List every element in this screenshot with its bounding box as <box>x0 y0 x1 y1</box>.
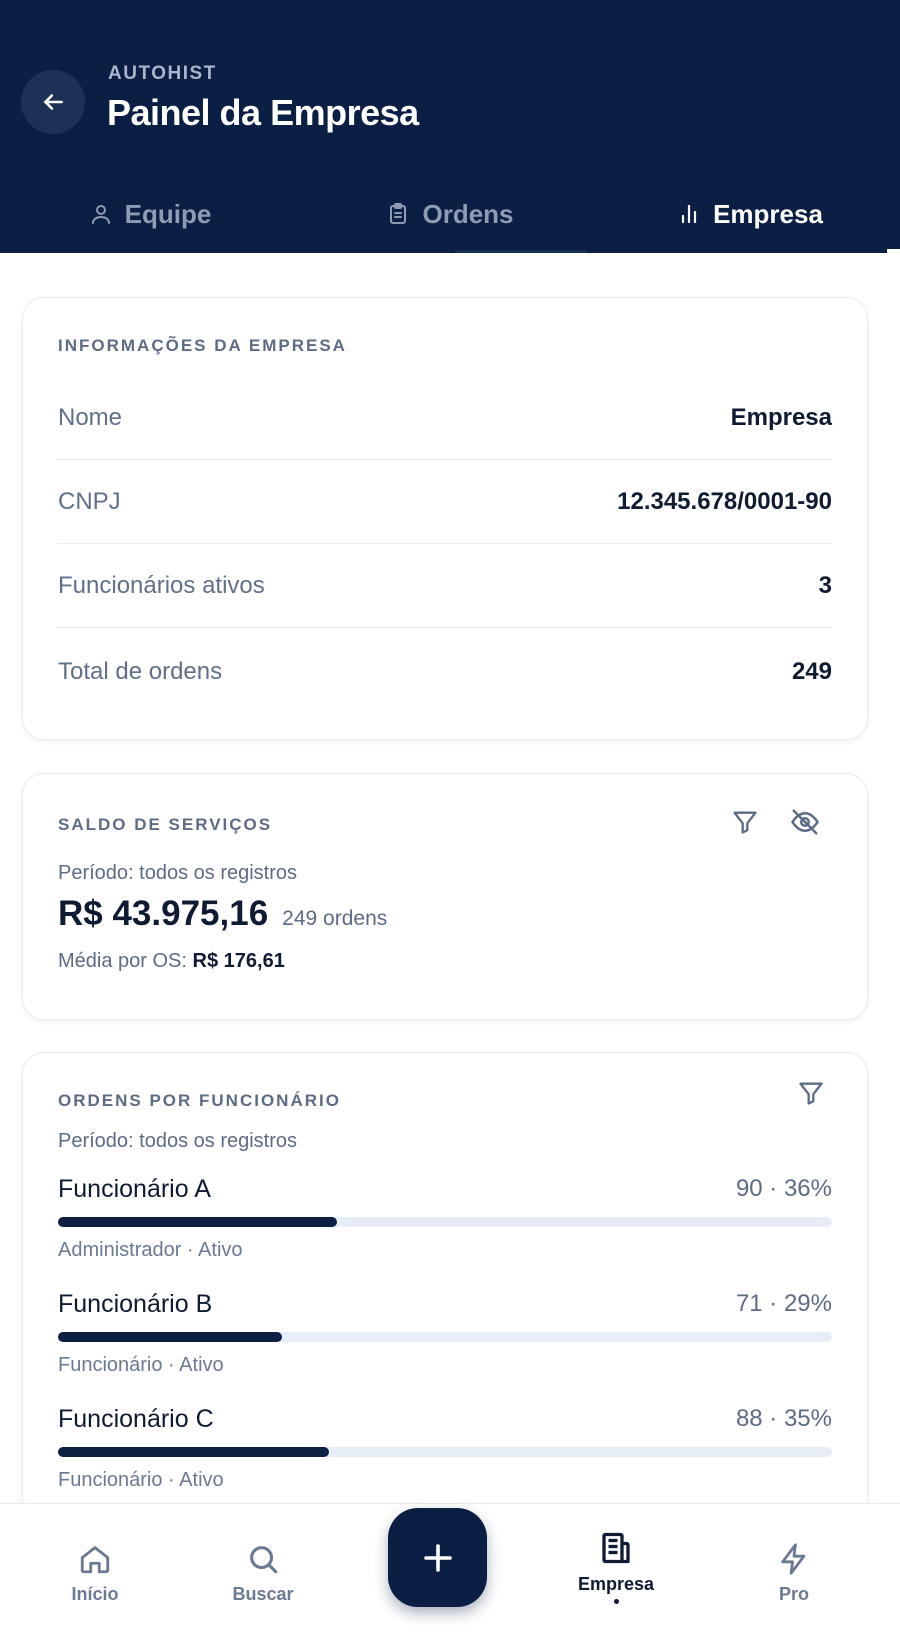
employee-name: Funcionário A <box>58 1175 211 1203</box>
user-icon <box>91 205 110 224</box>
info-value: Empresa <box>730 403 832 431</box>
progress-fill <box>58 1447 329 1457</box>
employee-stat: 71 · 29% <box>735 1290 832 1317</box>
nav-label: Empresa <box>577 1574 655 1594</box>
period-label: Período: todos os registros <box>58 1130 298 1152</box>
card-title: INFORMAÇÕES DA EMPRESA <box>58 336 347 355</box>
hide-values-button[interactable] <box>787 804 823 840</box>
tab-empresa[interactable]: Empresa <box>600 175 900 253</box>
eye-off-icon <box>791 809 819 835</box>
employee-row[interactable]: Funcionário B 71 · 29% Funcionário · Ati… <box>58 1290 832 1400</box>
progress-track <box>58 1332 832 1342</box>
clipboard-icon <box>390 203 407 224</box>
employee-row[interactable]: Funcionário C 88 · 35% Funcionário · Ati… <box>58 1405 832 1515</box>
nav-pro[interactable]: Pro <box>724 1542 864 1605</box>
filter-button[interactable] <box>727 804 763 840</box>
employee-role: Funcionário · Ativo <box>58 1354 224 1376</box>
average-value: R$ 176,61 <box>192 950 285 972</box>
info-value: 12.345.678/0001-90 <box>617 487 832 515</box>
balance-orders-count: 249 ordens <box>282 907 388 930</box>
app-header: AUTOHIST Painel da Empresa Equipe Ordens… <box>0 0 900 253</box>
info-value: 249 <box>791 658 832 685</box>
filter-icon <box>799 1082 823 1105</box>
lightning-icon <box>781 1543 806 1575</box>
progress-track <box>58 1447 832 1457</box>
nav-buscar[interactable]: Buscar <box>193 1542 333 1605</box>
tab-label: Ordens <box>422 198 514 229</box>
nav-inicio[interactable]: Início <box>25 1542 165 1605</box>
tab-label: Empresa <box>713 198 823 229</box>
nav-empresa[interactable]: Empresa <box>546 1530 686 1604</box>
card-title: SALDO DE SERVIÇOS <box>58 815 273 834</box>
info-value: 3 <box>818 571 832 599</box>
info-label: Nome <box>58 403 123 431</box>
add-button[interactable] <box>388 1508 487 1607</box>
info-row-funcionarios: Funcionários ativos 3 <box>58 544 832 628</box>
balance-card: SALDO DE SERVIÇOS Período: todos os regi… <box>22 773 868 1020</box>
nav-label: Buscar <box>232 1584 294 1604</box>
balance-amount: R$ 43.975,16 <box>58 894 269 933</box>
arrow-left-icon <box>44 94 63 110</box>
progress-fill <box>58 1217 337 1227</box>
info-label: CNPJ <box>58 487 121 515</box>
employee-row[interactable]: Funcionário A 90 · 36% Administrador · A… <box>58 1175 832 1285</box>
average-per-order: Média por OS: R$ 176,61 <box>58 950 285 973</box>
period-label: Período: todos os registros <box>58 862 298 884</box>
progress-track <box>58 1217 832 1227</box>
info-row-total-ordens: Total de ordens 249 <box>58 630 832 714</box>
nav-label: Pro <box>778 1584 809 1604</box>
employee-name: Funcionário B <box>58 1290 213 1318</box>
balance-summary: R$ 43.975,16 249 ordens <box>58 894 387 934</box>
back-button[interactable] <box>21 70 85 134</box>
employee-stat: 88 · 35% <box>735 1405 832 1432</box>
tab-ordens[interactable]: Ordens <box>300 175 600 253</box>
average-label: Média por OS: <box>58 950 193 972</box>
plus-icon <box>423 1543 452 1572</box>
home-icon <box>80 1546 110 1574</box>
tab-label: Equipe <box>124 198 212 229</box>
filter-button[interactable] <box>793 1075 829 1111</box>
page-title: Painel da Empresa <box>107 92 419 133</box>
employee-role: Administrador · Ativo <box>58 1239 243 1261</box>
bar-chart-icon <box>681 204 697 224</box>
company-info-card: INFORMAÇÕES DA EMPRESA Nome Empresa CNPJ… <box>22 297 868 740</box>
employee-name: Funcionário C <box>58 1405 214 1433</box>
progress-fill <box>58 1332 283 1342</box>
active-indicator-dot <box>613 1599 619 1604</box>
tab-divider <box>455 250 587 253</box>
info-label: Total de ordens <box>58 658 223 685</box>
employee-role: Funcionário · Ativo <box>58 1469 224 1491</box>
filter-icon <box>733 811 757 834</box>
search-icon <box>250 1546 278 1574</box>
building-icon <box>602 1532 630 1564</box>
employee-stat: 90 · 36% <box>735 1175 832 1202</box>
info-row-nome: Nome Empresa <box>58 376 832 460</box>
info-row-cnpj: CNPJ 12.345.678/0001-90 <box>58 460 832 544</box>
info-label: Funcionários ativos <box>58 571 265 599</box>
nav-label: Início <box>71 1584 119 1604</box>
app-name: AUTOHIST <box>108 63 217 84</box>
card-title: ORDENS POR FUNCIONÁRIO <box>58 1091 341 1110</box>
tab-equipe[interactable]: Equipe <box>0 175 300 253</box>
tab-bar: Equipe Ordens Empresa <box>0 175 900 253</box>
orders-by-employee-card: ORDENS POR FUNCIONÁRIO Período: todos os… <box>22 1052 868 1522</box>
